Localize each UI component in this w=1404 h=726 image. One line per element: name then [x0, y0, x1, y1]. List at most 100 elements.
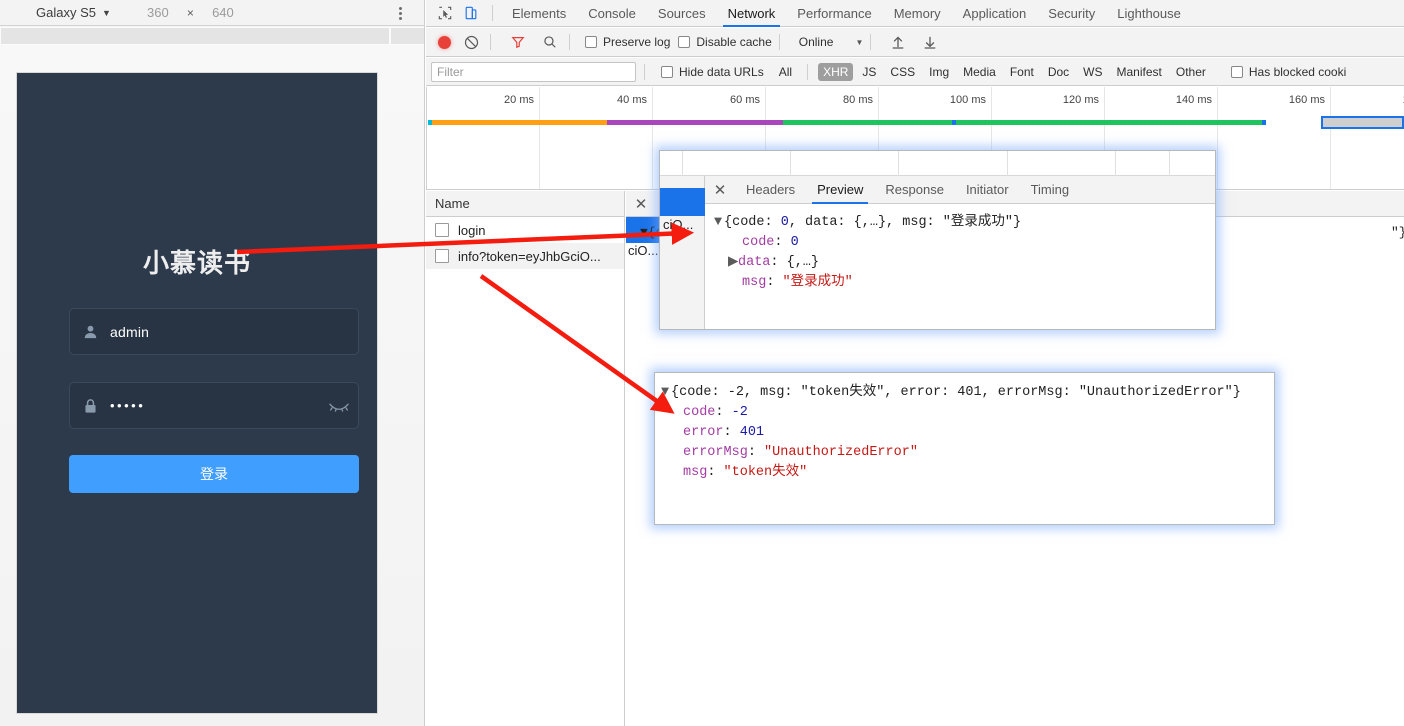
network-filter-bar: Hide data URLs All XHR JS CSS Img Media …	[426, 58, 1404, 86]
import-har-icon[interactable]	[886, 31, 910, 53]
json-value-msg: "token失效"	[800, 385, 885, 400]
close-icon[interactable]: ✕	[626, 190, 656, 218]
login-button[interactable]: 登录	[69, 455, 359, 493]
detail-tab-preview[interactable]: Preview	[806, 176, 874, 204]
throttling-select[interactable]: Online ▼	[799, 35, 864, 49]
hide-data-urls-checkbox[interactable]: Hide data URLs	[661, 65, 764, 79]
preserve-log-checkbox[interactable]: Preserve log	[585, 35, 670, 49]
type-filter-doc[interactable]: Doc	[1043, 63, 1074, 81]
clear-icon[interactable]	[459, 31, 483, 53]
tab-memory[interactable]: Memory	[883, 0, 952, 27]
preserve-log-label: Preserve log	[603, 35, 671, 49]
type-filter-xhr[interactable]: XHR	[818, 62, 854, 81]
json-row[interactable]: msg: "token失效"	[661, 463, 1274, 483]
checkbox-box	[678, 36, 691, 48]
popup-selected-request-swatch[interactable]	[660, 188, 705, 216]
overview-gridline	[1217, 87, 1218, 189]
controls-divider-3	[778, 34, 780, 50]
type-filter-img[interactable]: Img	[924, 63, 954, 81]
table-row[interactable]: info?token=eyJhbGciO...	[426, 243, 624, 269]
device-toolbar-icon[interactable]	[458, 2, 484, 24]
request-xhr-icon	[435, 249, 449, 263]
expand-triangle-icon[interactable]: ▼	[661, 383, 671, 403]
type-filter-media[interactable]: Media	[958, 63, 1001, 81]
tab-sources[interactable]: Sources	[647, 0, 717, 27]
json-row[interactable]: errorMsg: "UnauthorizedError"	[661, 443, 1274, 463]
table-row[interactable]: login	[426, 217, 624, 243]
popup-header-strip	[660, 151, 1215, 176]
request-name: login	[458, 222, 486, 238]
phone-viewport[interactable]: 小慕读书 admin ••••• 登录	[17, 73, 377, 713]
json-value: "token失效"	[723, 465, 808, 480]
type-filter-css[interactable]: CSS	[885, 63, 920, 81]
detail-tab-headers[interactable]: Headers	[735, 176, 806, 204]
eye-closed-icon[interactable]	[320, 400, 358, 412]
json-text: , error:	[884, 385, 958, 400]
json-row[interactable]: code: -2	[661, 403, 1274, 423]
chevron-down-icon: ▼	[855, 37, 864, 47]
tab-lighthouse[interactable]: Lighthouse	[1106, 0, 1192, 27]
json-key: msg	[683, 465, 708, 480]
devtools-panel: Elements Console Sources Network Perform…	[426, 0, 1404, 726]
json-value-msg: "登录成功"	[942, 215, 1013, 230]
expand-triangle-icon[interactable]: ▶	[728, 253, 738, 273]
json-row[interactable]: ▶data: {,…}	[714, 253, 1215, 273]
json-summary-line[interactable]: ▼ {code: -2, msg: "token失效", error: 401, …	[661, 383, 1274, 403]
export-har-icon[interactable]	[918, 31, 942, 53]
username-field[interactable]: admin	[69, 308, 359, 355]
type-filter-font[interactable]: Font	[1005, 63, 1039, 81]
overview-gridline	[539, 87, 540, 189]
error-json-popup[interactable]: ▼ {code: -2, msg: "token失效", error: 401, …	[654, 372, 1275, 525]
disable-cache-label: Disable cache	[696, 35, 772, 49]
json-key: error	[683, 425, 724, 440]
filter-input[interactable]	[431, 61, 636, 82]
json-row[interactable]: code: 0	[714, 233, 1215, 253]
filter-funnel-icon[interactable]	[506, 31, 530, 53]
devtools-tabbar: Elements Console Sources Network Perform…	[426, 0, 1404, 27]
cursor-inspect-icon[interactable]	[432, 2, 458, 24]
overview-tick-label: 160 ms	[1288, 94, 1325, 106]
type-filter-other[interactable]: Other	[1171, 63, 1211, 81]
preview-json-viewer[interactable]: ▼ {code: 0, data: {,…}, msg: "登录成功"} code…	[706, 205, 1215, 329]
has-blocked-cookies-checkbox[interactable]: Has blocked cooki	[1230, 65, 1346, 79]
overview-bar-request	[607, 120, 783, 125]
tab-elements[interactable]: Elements	[501, 0, 577, 27]
detail-tab-response[interactable]: Response	[874, 176, 955, 204]
tab-network[interactable]: Network	[717, 0, 787, 27]
type-filter-js[interactable]: JS	[857, 63, 881, 81]
more-vertical-icon[interactable]	[391, 3, 409, 23]
type-filter-manifest[interactable]: Manifest	[1112, 63, 1167, 81]
overview-bar-download	[783, 120, 1266, 125]
type-filter-all[interactable]: All	[774, 63, 797, 81]
type-filter-ws[interactable]: WS	[1078, 63, 1107, 81]
filterbar-divider-2	[807, 63, 809, 80]
tab-console[interactable]: Console	[577, 0, 647, 27]
viewport-width-input[interactable]: 360	[135, 5, 181, 20]
json-row[interactable]: msg: "登录成功"	[714, 273, 1215, 293]
json-summary-line[interactable]: ▼ {code: 0, data: {,…}, msg: "登录成功"}	[714, 213, 1215, 233]
viewport-height-input[interactable]: 640	[200, 5, 246, 20]
tab-performance[interactable]: Performance	[786, 0, 882, 27]
device-name: Galaxy S5	[36, 5, 96, 20]
close-icon[interactable]: ✕	[705, 176, 735, 204]
record-icon[interactable]	[438, 35, 451, 49]
json-row[interactable]: error: 401	[661, 423, 1274, 443]
expand-triangle-icon[interactable]: ▼	[714, 213, 724, 233]
detail-tab-initiator[interactable]: Initiator	[955, 176, 1020, 204]
json-key: errorMsg	[683, 445, 748, 460]
device-selector[interactable]: Galaxy S5 ▼	[36, 5, 111, 20]
password-field[interactable]: •••••	[69, 382, 359, 429]
tab-security[interactable]: Security	[1037, 0, 1106, 27]
json-value-errormsg: "UnauthorizedError"	[1078, 385, 1233, 400]
throttling-value: Online	[798, 35, 834, 49]
request-column-header[interactable]: Name	[426, 191, 624, 217]
detail-tab-timing[interactable]: Timing	[1020, 176, 1081, 204]
disable-cache-checkbox[interactable]: Disable cache	[678, 35, 772, 49]
overview-tick-label: 100 ms	[949, 94, 986, 106]
overview-selection-box[interactable]	[1321, 116, 1404, 129]
json-text: , data: {,…}, msg:	[788, 215, 943, 230]
tab-application[interactable]: Application	[952, 0, 1038, 27]
json-text: }	[1012, 215, 1022, 230]
search-icon[interactable]	[538, 31, 562, 53]
json-value: {,…}	[786, 255, 820, 270]
